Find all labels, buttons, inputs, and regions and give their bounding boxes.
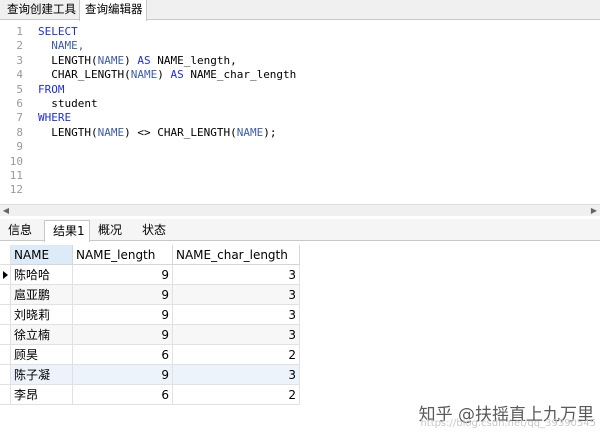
cell-name-length[interactable]: 9 [73,285,173,305]
cell-name-char-length[interactable]: 3 [173,305,300,325]
row-indicator-header [0,245,11,265]
tab-status[interactable]: 状态 [134,220,176,241]
row-indicator[interactable] [0,365,11,385]
result-tab-bar: 信息 结果1 概况 状态 [0,219,600,242]
code-line[interactable]: WHERE [38,111,71,125]
current-row-arrow-icon [3,271,8,279]
column-header-name-char-length[interactable]: NAME_char_length [173,245,300,265]
cell-name[interactable]: 李昂 [11,385,73,405]
line-number: 9 [16,140,23,154]
tab-query-editor[interactable]: 查询编辑器 [79,0,147,21]
cell-name-char-length[interactable]: 3 [173,285,300,305]
cell-name-length[interactable]: 6 [73,345,173,365]
code-token: NAME, [38,39,85,53]
code-token: LENGTH( [38,53,98,67]
code-line[interactable]: NAME, [38,39,84,53]
line-number: 1 [16,25,23,38]
line-number: 3 [16,53,23,67]
code-token: ) [157,68,171,82]
line-number: 11 [9,169,23,182]
line-number-gutter: 1 2 3 4 5 6 7 8 9 10 11 12 [0,21,35,204]
tab-query-builder[interactable]: 查询创建工具 [2,0,78,20]
current-row-indicator-icon[interactable] [0,265,11,285]
scroll-right-arrow-icon[interactable]: ▶ [589,206,599,216]
code-token: AS [137,53,151,67]
line-number: 7 [16,111,23,125]
row-indicator[interactable] [0,325,11,345]
column-header-name[interactable]: NAME [11,245,73,265]
code-token: ); [263,125,277,139]
code-token: ) [124,53,138,67]
code-token: WHERE [38,111,72,125]
code-token: student [38,97,98,110]
cell-name-length[interactable]: 9 [73,265,173,285]
line-number: 10 [9,154,23,168]
cell-name-char-length[interactable]: 3 [173,365,300,385]
cell-name[interactable]: 刘晓莉 [11,305,73,325]
cell-name-char-length[interactable]: 2 [173,345,300,365]
scroll-left-arrow-icon[interactable]: ◀ [1,206,11,216]
code-token: AS [170,68,184,82]
cell-name-char-length[interactable]: 2 [173,385,300,405]
code-token: NAME [130,68,158,82]
row-indicator[interactable] [0,385,11,405]
tab-info[interactable]: 信息 [0,220,42,241]
code-line[interactable]: CHAR_LENGTH(NAME) AS NAME_char_length [38,68,296,82]
cell-name[interactable]: 顾昊 [11,345,73,365]
line-number: 8 [16,125,23,139]
code-token: FROM [38,82,65,96]
cell-name[interactable]: 陈子凝 [11,365,73,385]
cell-name[interactable]: 陈哈哈 [11,265,73,285]
code-token: LENGTH( [38,125,98,139]
line-number: 5 [16,82,23,96]
editor-horizontal-scrollbar[interactable]: ◀ ▶ [0,204,600,216]
query-tab-bar: 查询创建工具 查询编辑器 [0,0,600,21]
code-token: NAME [236,125,264,139]
line-number: 2 [16,39,23,53]
cell-name-length[interactable]: 9 [73,365,173,385]
code-line[interactable]: student [38,97,98,111]
line-number: 6 [16,97,23,110]
code-token: ) <> CHAR_LENGTH( [124,125,237,139]
column-header-name-length[interactable]: NAME_length [73,245,173,265]
code-token: NAME_length, [150,53,237,67]
code-token: NAME_char_length [183,68,297,82]
cell-name-char-length[interactable]: 3 [173,265,300,285]
watermark-url: https://blog.csdn.net/qq_39390545 [420,418,596,429]
code-line[interactable]: SELECT [38,25,78,39]
sql-editor[interactable]: 1 2 3 4 5 6 7 8 9 10 11 12 SELECT NAME, LENGTH(NAME… [0,21,600,204]
row-indicator[interactable] [0,285,11,305]
code-line[interactable]: FROM [38,83,65,97]
cell-name[interactable]: 徐立楠 [11,325,73,345]
tab-overview[interactable]: 概况 [90,220,132,241]
cell-name-char-length[interactable]: 3 [173,325,300,345]
row-indicator[interactable] [0,345,11,365]
row-indicator[interactable] [0,305,11,325]
cell-name-length[interactable]: 6 [73,385,173,405]
cell-name[interactable]: 扈亚鹏 [11,285,73,305]
cell-name-length[interactable]: 9 [73,305,173,325]
code-token: SELECT [38,25,78,38]
code-token: CHAR_LENGTH( [38,68,131,82]
tab-result-1[interactable]: 结果1 [44,220,90,242]
cell-name-length[interactable]: 9 [73,325,173,345]
code-line[interactable]: LENGTH(NAME) AS NAME_length, [38,53,237,68]
code-token: NAME [97,53,125,67]
code-token: NAME [97,125,125,139]
line-number: 12 [9,183,23,197]
line-number: 4 [16,68,23,82]
code-line[interactable]: LENGTH(NAME) <> CHAR_LENGTH(NAME); [38,126,276,140]
